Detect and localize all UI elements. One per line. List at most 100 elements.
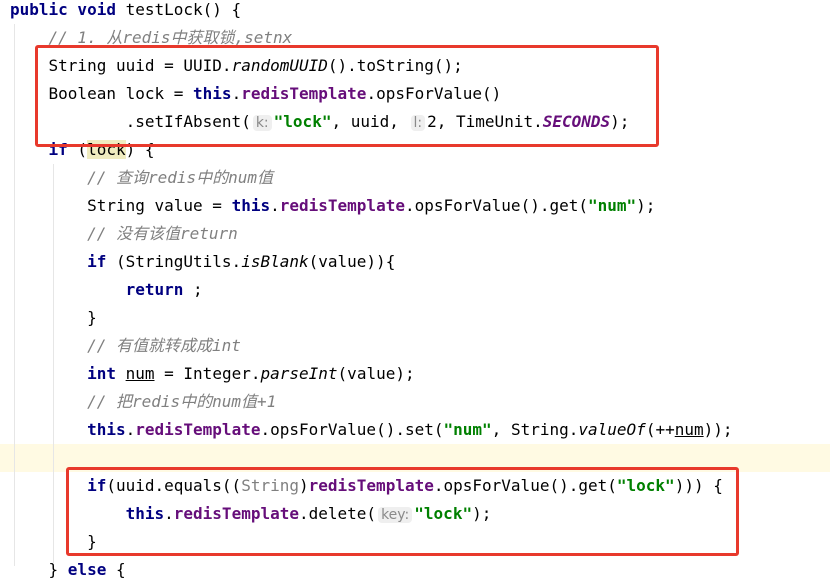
code-line[interactable]: // 没有该值return: [0, 220, 830, 248]
string-literal: "num": [588, 196, 637, 215]
code-line[interactable]: if (StringUtils.isBlank(value)){: [0, 248, 830, 276]
keyword: int: [87, 364, 116, 383]
code-text: Boolean lock =: [10, 84, 194, 103]
code-text: .opsForValue().get(: [433, 476, 617, 495]
parameter-hint: k:: [252, 115, 272, 131]
code-text: (value);: [337, 364, 415, 383]
keyword: public void: [10, 0, 126, 19]
code-text: (uuid.equals((: [106, 476, 242, 495]
code-text: .: [231, 84, 242, 103]
keyword: this: [125, 504, 165, 523]
keyword: this: [193, 84, 232, 103]
code-line[interactable]: // 有值就转成成int: [0, 332, 830, 360]
code-text: .: [125, 420, 136, 439]
string-literal: "lock": [273, 112, 332, 131]
code-text: (: [67, 140, 88, 159]
code-text: );: [636, 196, 656, 215]
code-text: .delete(: [299, 504, 377, 523]
code-text: ))) {: [674, 476, 723, 495]
field-name: redisTemplate: [241, 84, 367, 103]
code-text: testLock() {: [125, 0, 242, 19]
code-text: .setIfAbsent(: [10, 112, 251, 131]
parameter-hint: key:: [378, 507, 413, 523]
string-literal: "lock": [616, 476, 675, 495]
code-line[interactable]: }: [0, 304, 830, 332]
code-text: }: [10, 560, 68, 579]
code-text: ) {: [125, 140, 155, 159]
code-line[interactable]: public void testLock() {: [0, 0, 830, 24]
code-line[interactable]: [0, 444, 830, 472]
code-text: {: [106, 560, 126, 579]
keyword: this: [231, 196, 271, 215]
field-name: redisTemplate: [308, 476, 434, 495]
comment: // 把redis中的num值+1: [87, 392, 277, 411]
static-method: isBlank: [241, 252, 309, 271]
comment: // 1. 从redis中获取锁,setnx: [48, 28, 293, 47]
code-text: (++: [645, 420, 675, 439]
code-text: .: [164, 504, 174, 523]
comment: // 没有该值return: [87, 224, 238, 243]
keyword: if: [48, 140, 68, 159]
code-line[interactable]: int num = Integer.parseInt(value);: [0, 360, 830, 388]
variable: num: [674, 420, 704, 439]
code-text: 2, TimeUnit.: [427, 112, 543, 131]
field-name: redisTemplate: [173, 504, 299, 523]
code-text: ;: [183, 280, 203, 299]
code-text: .opsForValue().set(: [260, 420, 444, 439]
code-text: );: [610, 112, 630, 131]
comment: // 查询redis中的num值: [87, 168, 274, 187]
keyword: if: [87, 476, 107, 495]
code-text: = Integer.: [154, 364, 261, 383]
code-line[interactable]: // 1. 从redis中获取锁,setnx: [0, 24, 830, 52]
code-text: String value =: [10, 196, 232, 215]
code-text: .: [270, 196, 280, 215]
code-text: (value)){: [308, 252, 396, 271]
string-literal: "num": [443, 420, 492, 439]
code-line[interactable]: } else {: [0, 556, 830, 584]
code-text: );: [472, 504, 492, 523]
keyword: this: [87, 420, 126, 439]
variable: num: [125, 364, 155, 383]
code-line[interactable]: if (lock) {: [0, 136, 830, 164]
code-line[interactable]: this.redisTemplate.delete(key: "lock");: [0, 500, 830, 528]
code-line[interactable]: .setIfAbsent(k: "lock", uuid, l: 2, TimeUn…: [0, 108, 830, 136]
code-editor[interactable]: public void testLock() { // 1. 从redis中获取…: [0, 0, 830, 584]
indent-guide: [14, 24, 15, 566]
code-line[interactable]: // 查询redis中的num值: [0, 164, 830, 192]
field-name: redisTemplate: [279, 196, 405, 215]
static-method: parseInt: [260, 364, 338, 383]
code-text: , String.: [491, 420, 579, 439]
code-line[interactable]: this.redisTemplate.opsForValue().set("nu…: [0, 416, 830, 444]
code-line[interactable]: String value = this.redisTemplate.opsFor…: [0, 192, 830, 220]
keyword: else: [67, 560, 107, 579]
code-line[interactable]: Boolean lock = this.redisTemplate.opsFor…: [0, 80, 830, 108]
code-text: .opsForValue(): [366, 84, 502, 103]
string-literal: "lock": [414, 504, 473, 523]
code-text: ().toString();: [327, 56, 463, 75]
code-line[interactable]: }: [0, 528, 830, 556]
code-line[interactable]: return ;: [0, 276, 830, 304]
code-line[interactable]: // 把redis中的num值+1: [0, 388, 830, 416]
parameter-hint: l:: [410, 115, 426, 131]
static-method: valueOf: [578, 420, 646, 439]
code-line[interactable]: if(uuid.equals((String)redisTemplate.ops…: [0, 472, 830, 500]
highlighted-variable: lock: [87, 140, 126, 159]
comment: // 有值就转成成int: [87, 336, 241, 355]
indent-guide: [53, 164, 54, 564]
code-text: (StringUtils.: [106, 252, 242, 271]
code-text: , uuid,: [331, 112, 409, 131]
code-line[interactable]: String uuid = UUID.randomUUID().toString…: [0, 52, 830, 80]
code-text: String uuid = UUID.: [10, 56, 232, 75]
